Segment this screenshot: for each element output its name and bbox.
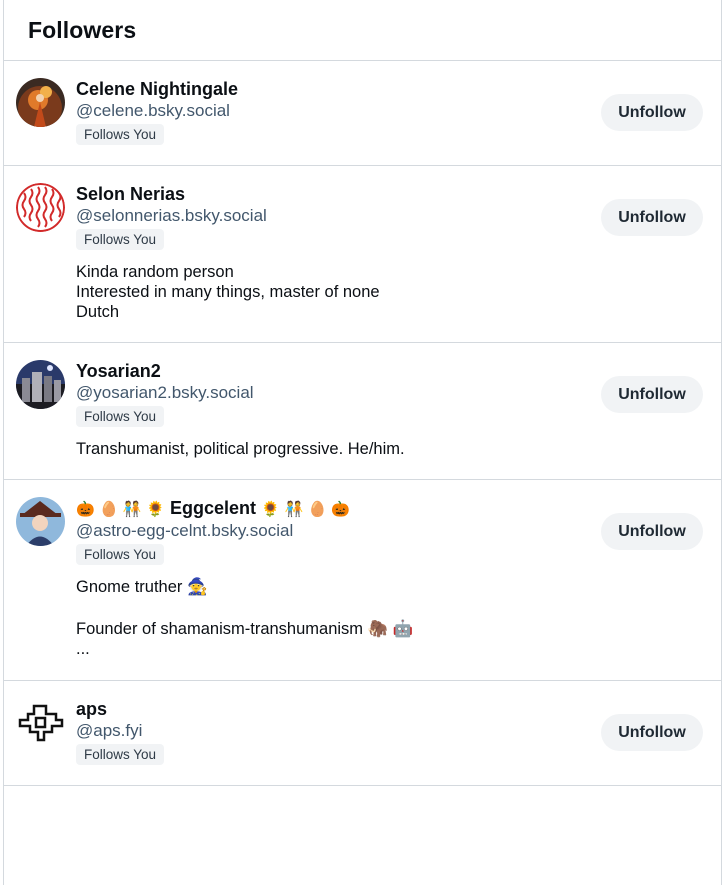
follower-bio: Kinda random person Interested in many t… <box>76 262 721 322</box>
unfollow-button[interactable]: Unfollow <box>601 199 703 236</box>
name-emoji-suffix: 🌻 🧑‍🤝‍🧑 🥚 🎃 <box>261 500 351 518</box>
avatar[interactable] <box>16 497 65 546</box>
page-title: Followers <box>28 17 137 43</box>
avatar-image-icon <box>16 360 65 409</box>
avatar-image-icon <box>16 183 65 232</box>
follows-you-badge: Follows You <box>76 406 165 427</box>
unfollow-button[interactable]: Unfollow <box>601 376 703 413</box>
bio-line: ... <box>76 640 90 658</box>
follower-row[interactable]: Selon Nerias @selonnerias.bsky.social Fo… <box>4 166 721 343</box>
avatar[interactable] <box>16 78 65 127</box>
follower-row[interactable]: Yosarian2 @yosarian2.bsky.social Follows… <box>4 343 721 480</box>
follower-row[interactable]: aps @aps.fyi Follows You Unfollow <box>4 681 721 786</box>
follower-row[interactable]: Celene Nightingale @celene.bsky.social F… <box>4 61 721 166</box>
follower-bio: Transhumanist, political progressive. He… <box>76 439 721 459</box>
followers-panel: Followers Celene Nightingale @celene.bsk… <box>3 0 722 885</box>
name-emoji-prefix: 🎃 🥚 🧑‍🤝‍🧑 🌻 <box>76 500 166 518</box>
avatar[interactable] <box>16 360 65 409</box>
avatar-image-icon <box>16 497 65 546</box>
bio-line: Interested in many things, master of non… <box>76 283 380 301</box>
follower-bio: Gnome truther 🧙 Founder of shamanism-tra… <box>76 577 721 659</box>
bio-line: Founder of shamanism-transhumanism 🦣 🤖 <box>76 620 414 638</box>
avatar-image-icon <box>16 698 65 747</box>
follows-you-badge: Follows You <box>76 229 165 250</box>
avatar[interactable] <box>16 698 65 747</box>
bio-line: Gnome truther 🧙 <box>76 578 208 596</box>
avatar-image-icon <box>16 78 65 127</box>
follower-row[interactable]: 🎃 🥚 🧑‍🤝‍🧑 🌻 Eggcelent 🌻 🧑‍🤝‍🧑 🥚 🎃 @astro… <box>4 480 721 681</box>
follows-you-badge: Follows You <box>76 544 165 565</box>
unfollow-button[interactable]: Unfollow <box>601 94 703 131</box>
follows-you-badge: Follows You <box>76 124 165 145</box>
unfollow-button[interactable]: Unfollow <box>601 513 703 550</box>
follower-name-text: Eggcelent <box>170 498 257 518</box>
unfollow-button[interactable]: Unfollow <box>601 714 703 751</box>
bio-line: Kinda random person <box>76 263 234 281</box>
bio-line <box>76 597 721 619</box>
follows-you-badge: Follows You <box>76 744 165 765</box>
bio-line: Dutch <box>76 303 120 321</box>
page-header: Followers <box>4 0 721 61</box>
bio-line: Transhumanist, political progressive. He… <box>76 440 405 458</box>
avatar[interactable] <box>16 183 65 232</box>
